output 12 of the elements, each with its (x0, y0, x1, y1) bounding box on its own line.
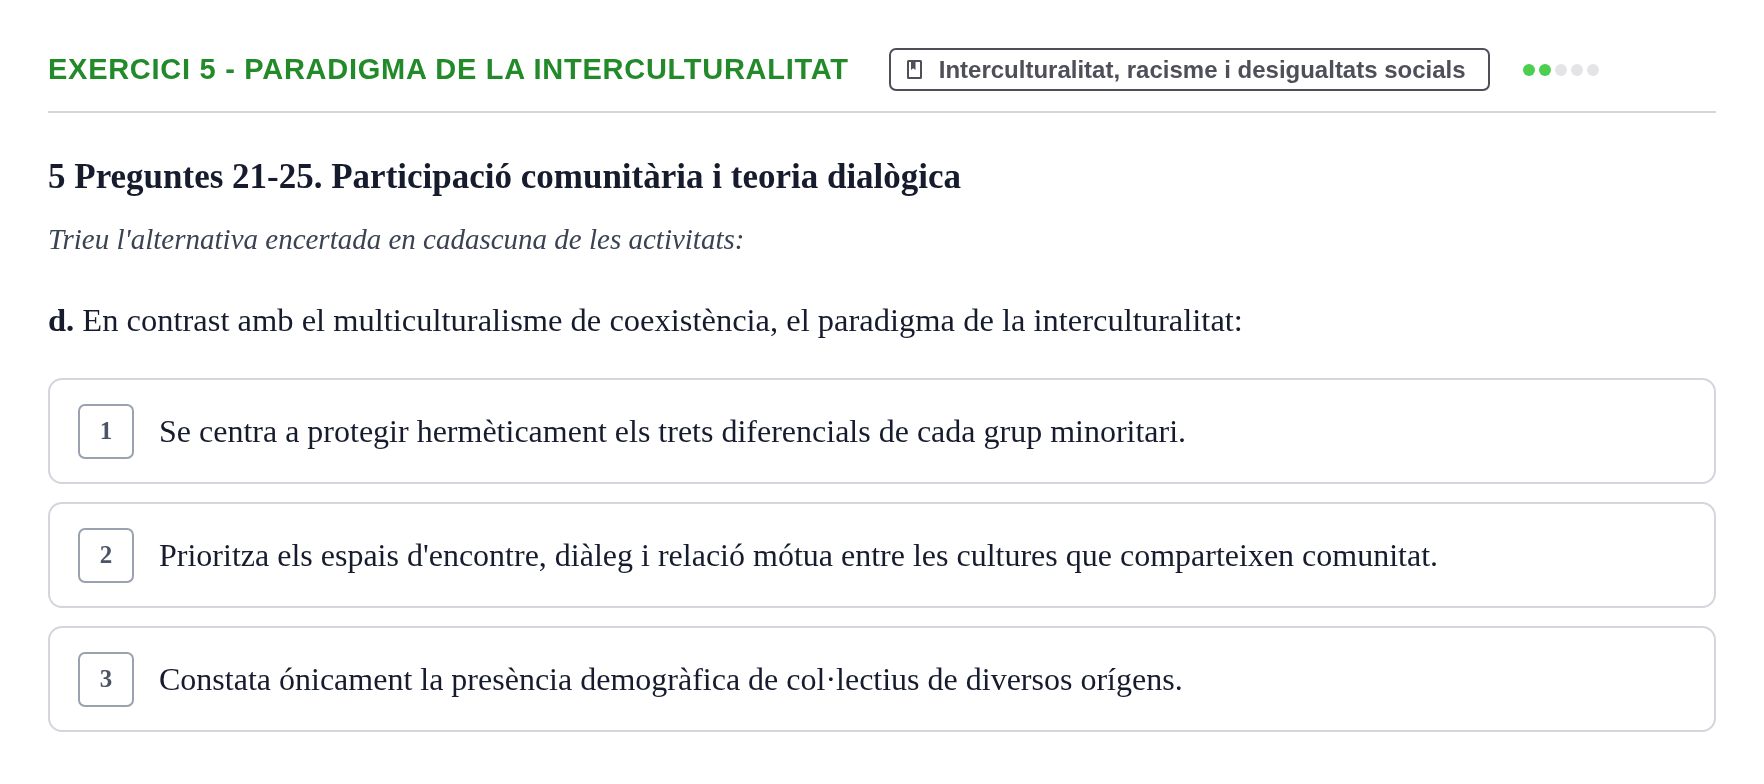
option-number: 1 (78, 403, 134, 459)
answer-option[interactable]: 3 Constata ónicament la presència demogràfica de col·lectius de diversos orígens. (48, 626, 1716, 732)
exercise-title: EXERCICI 5 - PARADIGMA DE LA INTERCULTURALITAT (48, 52, 849, 87)
answer-option[interactable]: 2 Prioritza els espais d'encontre, diàleg i relació mótua entre les cultures que comparteixen comunitat. (48, 502, 1716, 608)
section-heading: 5 Preguntes 21-25. Participació comunitària i teoria dialògica (48, 156, 963, 198)
answer-option[interactable]: 1 Se centra a protegir hermèticament els trets diferencials de cada grup minoritari. (48, 378, 1716, 484)
option-number: 2 (78, 527, 134, 583)
option-number: 3 (78, 651, 134, 707)
question-text: d. En contrast amb el multiculturalisme de coexistència, el paradigma de la interculturalitat: (48, 301, 1244, 340)
topic-name: Interculturalitat, racisme i desigualtats socials (938, 54, 1466, 85)
book-icon (906, 60, 922, 79)
instruction-text: Trieu l'alternativa encertada en cadascuna de les activitats: (48, 222, 746, 257)
